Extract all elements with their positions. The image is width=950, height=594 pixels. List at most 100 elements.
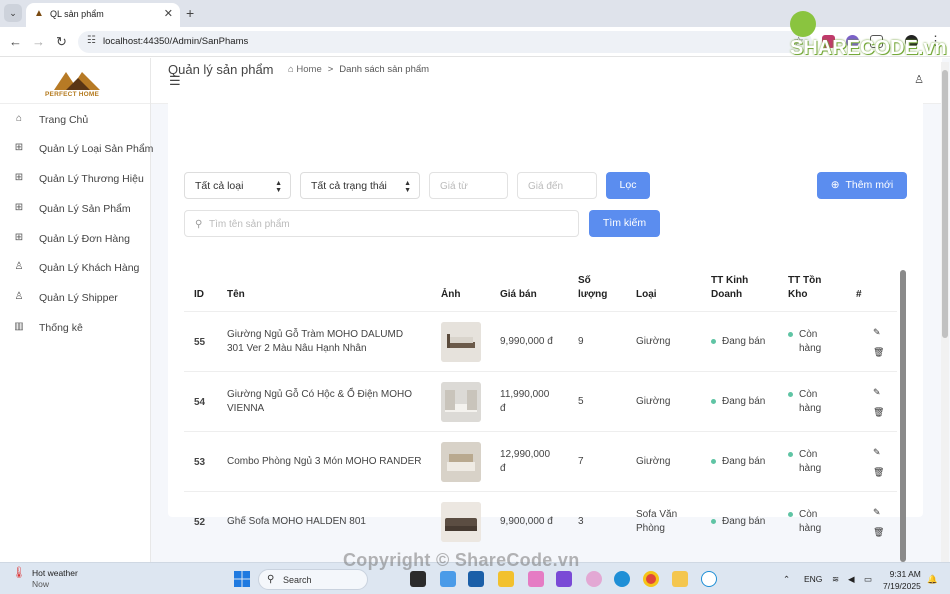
zalo-icon[interactable] xyxy=(701,571,717,587)
table-scrollbar[interactable] xyxy=(900,270,906,562)
sidebar-item-customers[interactable]: ♙ Quản Lý Khách Hàng xyxy=(0,254,151,282)
sidebar-item-shippers[interactable]: ♙ Quản Lý Shipper xyxy=(0,284,151,312)
user-icon: ♙ xyxy=(14,261,24,272)
sidebar-item-label: Thống kê xyxy=(39,322,83,334)
row-business-status: Đang bán xyxy=(711,515,765,529)
filter-button[interactable]: Lọc xyxy=(606,172,650,199)
file-explorer-icon[interactable] xyxy=(672,571,688,587)
edit-icon[interactable]: ✎ xyxy=(873,387,881,398)
grid-icon: ⊞ xyxy=(14,202,24,213)
system-clock[interactable]: 9:31 AM 7/19/2025 xyxy=(883,568,921,592)
price-to-input[interactable]: Giá đến xyxy=(517,172,597,199)
header-business-status: TT Kinh Doanh xyxy=(711,275,749,300)
tab-search-button[interactable]: ⌄ xyxy=(4,4,22,22)
search-icon: ⚲ xyxy=(267,574,275,585)
header-quantity: Số lượng xyxy=(578,275,608,300)
close-icon[interactable]: ✕ xyxy=(164,7,173,20)
sidebar-item-brands[interactable]: ⊞ Quản Lý Thương Hiệu xyxy=(0,165,151,193)
language-indicator[interactable]: ENG xyxy=(804,574,822,584)
grid-icon: ⊞ xyxy=(14,172,24,183)
notes-icon[interactable] xyxy=(498,571,514,587)
row-price: 9,900,000 đ xyxy=(500,516,553,527)
search-button[interactable]: Tìm kiếm xyxy=(589,210,660,237)
delete-icon[interactable]: 🗑 xyxy=(873,407,884,418)
product-thumbnail xyxy=(441,322,481,362)
page-scrollbar[interactable] xyxy=(941,62,949,562)
sidebar-item-label: Quản Lý Shipper xyxy=(39,292,118,304)
delete-icon[interactable]: 🗑 xyxy=(873,347,884,358)
status-dot xyxy=(711,458,716,464)
status-dot xyxy=(788,451,793,457)
category-select[interactable]: Tất cả loại ▲ ▼ xyxy=(184,172,291,199)
new-tab-button[interactable]: + xyxy=(186,5,194,21)
store-icon[interactable] xyxy=(468,571,484,587)
sidebar-item-label: Quản Lý Sản Phẩm xyxy=(39,203,131,215)
header-category: Loại xyxy=(636,289,657,300)
page-scrollbar-thumb[interactable] xyxy=(942,70,948,338)
row-id: 52 xyxy=(194,517,206,528)
app-icon[interactable] xyxy=(440,571,456,587)
delete-icon[interactable]: 🗑 xyxy=(873,527,884,538)
sidebar-item-label: Quản Lý Loại Sản Phẩm xyxy=(39,143,154,155)
updown-arrow-icon: ▲ ▼ xyxy=(275,180,282,194)
visual-studio-icon[interactable] xyxy=(556,571,572,587)
taskbar-search[interactable]: ⚲ Search xyxy=(258,569,368,590)
row-id: 54 xyxy=(194,397,206,408)
row-price: 9,990,000 đ xyxy=(500,336,553,347)
product-thumbnail xyxy=(441,502,481,542)
edit-icon[interactable]: ✎ xyxy=(873,507,881,518)
browser-tab[interactable]: ▲ QL sản phẩm ✕ xyxy=(26,3,180,27)
sidebar-item-products[interactable]: ⊞ Quản Lý Sản Phẩm xyxy=(0,195,151,223)
address-bar[interactable]: ☷ localhost:44350/Admin/SanPhams ☆ xyxy=(78,31,812,53)
sidebar-item-orders[interactable]: ⊞ Quản Lý Đơn Hàng xyxy=(0,225,151,253)
weather-widget[interactable]: 🌡 Hot weather Now xyxy=(12,568,78,590)
delete-icon[interactable]: 🗑 xyxy=(873,467,884,478)
favicon-icon: ▲ xyxy=(34,8,44,19)
brand-logo[interactable]: PERFECT HOME xyxy=(0,58,150,104)
copilot-icon[interactable] xyxy=(586,571,602,587)
header-id: ID xyxy=(194,289,204,300)
price-from-input[interactable]: Giá từ xyxy=(429,172,508,199)
sidebar-item-home[interactable]: ⌂ Trang Chủ xyxy=(0,106,151,134)
chrome-icon[interactable] xyxy=(643,571,659,587)
tab-title: QL sản phẩm xyxy=(50,9,104,19)
status-dot xyxy=(788,511,793,517)
home-icon: ⌂ xyxy=(15,113,23,124)
sharecode-logo-icon xyxy=(790,11,816,37)
task-view-icon[interactable] xyxy=(410,571,426,587)
sidebar-item-statistics[interactable]: ▥ Thống kê xyxy=(0,314,151,342)
back-icon[interactable]: ← xyxy=(9,34,22,49)
sidebar-item-categories[interactable]: ⊞ Quản Lý Loại Sản Phẩm xyxy=(0,135,154,163)
edge-icon[interactable] xyxy=(614,571,630,587)
plus-circle-icon: ⊕ xyxy=(830,179,840,191)
edit-icon[interactable]: ✎ xyxy=(873,447,881,458)
wifi-icon[interactable]: ≋ xyxy=(832,574,839,585)
breadcrumb: ⌂ Home > Danh sách sản phẩm xyxy=(288,64,429,75)
site-info-icon[interactable]: ☷ xyxy=(87,35,96,46)
windows-start-icon[interactable] xyxy=(234,571,250,587)
sharecode-watermark-logo: SHARECODE.vn xyxy=(790,11,950,59)
user-account-icon[interactable]: ♙ xyxy=(914,73,924,86)
status-dot xyxy=(788,391,793,397)
forward-icon[interactable]: → xyxy=(32,34,45,49)
bedroom-image xyxy=(441,382,481,422)
row-category: Giường xyxy=(636,456,671,467)
sidebar-item-label: Quản Lý Khách Hàng xyxy=(39,262,140,274)
row-qty: 7 xyxy=(578,456,584,467)
reload-icon[interactable]: ↻ xyxy=(56,34,67,50)
row-id: 53 xyxy=(194,457,206,468)
battery-icon[interactable]: ▭ xyxy=(864,574,872,585)
volume-icon[interactable]: ◀ xyxy=(848,574,855,585)
app-icon[interactable] xyxy=(528,571,544,587)
edit-icon[interactable]: ✎ xyxy=(873,327,881,338)
notification-bell-icon[interactable]: 🔔 xyxy=(927,574,938,585)
page-title: Quản lý sản phẩm xyxy=(168,62,274,77)
url-text: localhost:44350/Admin/SanPhams xyxy=(103,36,249,47)
table-row: 55 Giường Ngủ Gỗ Tràm MOHO DALUMD 301 Ver… xyxy=(184,311,897,371)
status-select[interactable]: Tất cả trạng thái ▲ ▼ xyxy=(300,172,420,199)
search-input[interactable]: ⚲ Tìm tên sản phẩm xyxy=(184,210,579,237)
status-dot xyxy=(711,518,716,524)
tray-chevron-icon[interactable]: ⌃ xyxy=(783,574,790,585)
add-new-button[interactable]: ⊕ Thêm mới xyxy=(817,172,907,199)
breadcrumb-home-link[interactable]: ⌂ Home xyxy=(288,64,322,75)
